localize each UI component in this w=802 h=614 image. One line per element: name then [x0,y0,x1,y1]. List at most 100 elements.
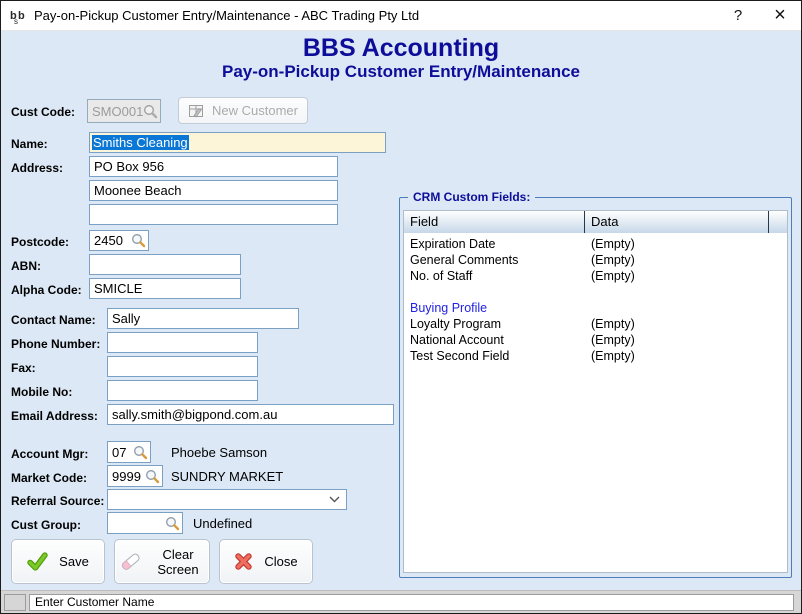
cust-code-input[interactable] [88,104,143,119]
crm-row[interactable]: Expiration Date(Empty) [404,237,787,253]
column-header-field[interactable]: Field [404,211,585,233]
window-close-button[interactable]: × [759,1,801,30]
crm-field-name: General Comments [404,253,585,269]
cust-group-display: Undefined [193,515,252,533]
svg-text:b: b [18,10,25,22]
save-button[interactable]: Save [11,539,105,584]
crm-row-blank [404,285,787,301]
cust-group-input[interactable] [108,516,165,531]
name-label: Name: [11,134,48,154]
postcode-lookup[interactable] [89,230,149,251]
crm-row[interactable]: Test Second Field(Empty) [404,349,787,365]
crm-row[interactable]: Loyalty Program(Empty) [404,317,787,333]
eraser-icon [120,551,141,572]
new-customer-button[interactable]: New Customer [178,97,308,124]
x-cross-icon [234,552,253,571]
search-icon[interactable] [143,104,158,119]
contact-name-label: Contact Name: [11,310,96,330]
postcode-input[interactable] [90,233,131,248]
crm-field-data: (Empty) [585,333,635,349]
market-code-lookup[interactable] [107,465,163,487]
crm-field-name [404,285,585,301]
phone-input[interactable] [107,332,258,353]
postcode-label: Postcode: [11,232,69,252]
window-title: Pay-on-Pickup Customer Entry/Maintenance… [34,8,717,23]
alpha-code-label: Alpha Code: [11,280,82,300]
crm-field-name: No. of Staff [404,269,585,285]
search-icon[interactable] [145,469,160,484]
crm-field-name: National Account [404,333,585,349]
crm-category-name: Buying Profile [404,301,585,317]
app-title: BBS Accounting [1,34,801,63]
crm-field-data: (Empty) [585,349,635,365]
crm-field-name: Expiration Date [404,237,585,253]
title-bar: bbs Pay-on-Pickup Customer Entry/Mainten… [1,1,801,31]
crm-row[interactable]: No. of Staff(Empty) [404,269,787,285]
email-label: Email Address: [11,406,98,426]
search-icon[interactable] [131,233,146,248]
app-window: bbs Pay-on-Pickup Customer Entry/Mainten… [0,0,802,614]
account-mgr-input[interactable] [108,445,133,460]
crm-row[interactable]: National Account(Empty) [404,333,787,349]
listview-rows: Expiration Date(Empty) General Comments(… [404,233,787,365]
chevron-down-icon [329,496,340,503]
crm-row[interactable]: General Comments(Empty) [404,253,787,269]
abn-label: ABN: [11,256,41,276]
screen-title: Pay-on-Pickup Customer Entry/Maintenance [1,62,801,82]
new-customer-icon [188,103,204,119]
help-button[interactable]: ? [717,1,759,30]
cust-code-label: Cust Code: [11,102,75,122]
clear-screen-button[interactable]: Clear Screen [114,539,210,584]
mobile-input[interactable] [107,380,258,401]
svg-text:s: s [14,17,18,25]
crm-field-name: Test Second Field [404,349,585,365]
status-bar: Enter Customer Name [1,590,801,613]
cust-group-lookup[interactable] [107,512,183,534]
referral-source-label: Referral Source: [11,491,104,511]
crm-field-data [585,285,591,301]
name-selected-text: Smiths Cleaning [92,135,189,150]
crm-field-name: Loyalty Program [404,317,585,333]
crm-field-data: (Empty) [585,237,635,253]
contact-name-input[interactable] [107,308,299,329]
mobile-label: Mobile No: [11,382,72,402]
cust-code-lookup[interactable] [87,99,161,123]
market-code-display: SUNDRY MARKET [171,468,283,486]
column-header-data[interactable]: Data [585,211,769,233]
close-button-label: Close [264,554,297,569]
address-line3-input[interactable] [89,204,338,225]
search-icon[interactable] [133,445,148,460]
address-line2-input[interactable] [89,180,338,201]
new-customer-label: New Customer [212,103,298,118]
clear-screen-button-label: Clear Screen [152,547,204,577]
market-code-input[interactable] [108,469,145,484]
referral-source-select[interactable] [107,489,347,510]
address-label: Address: [11,158,63,178]
alpha-code-input[interactable] [89,278,241,299]
fax-input[interactable] [107,356,258,377]
crm-field-data: (Empty) [585,317,635,333]
crm-field-data: (Empty) [585,269,635,285]
status-bar-left-cell [4,594,26,611]
save-button-label: Save [59,554,89,569]
account-mgr-display: Phoebe Samson [171,444,267,462]
crm-category-row[interactable]: Buying Profile [404,301,787,317]
crm-custom-fields-panel: CRM Custom Fields: Field Data Expiration… [399,197,792,578]
crm-fields-listview: Field Data Expiration Date(Empty) Genera… [403,210,788,573]
crm-panel-title: CRM Custom Fields: [408,190,535,204]
market-code-label: Market Code: [11,468,87,488]
close-button[interactable]: Close [219,539,313,584]
crm-field-data [585,301,591,317]
email-input[interactable] [107,404,394,425]
phone-label: Phone Number: [11,334,100,354]
status-message: Enter Customer Name [29,594,794,611]
cust-group-label: Cust Group: [11,515,81,535]
checkmark-icon [27,551,48,572]
search-icon[interactable] [165,516,180,531]
name-input[interactable]: Smiths Cleaning [89,132,386,153]
crm-field-data: (Empty) [585,253,635,269]
account-mgr-lookup[interactable] [107,441,151,463]
abn-input[interactable] [89,254,241,275]
address-line1-input[interactable] [89,156,338,177]
app-logo-icon: bbs [9,7,27,25]
